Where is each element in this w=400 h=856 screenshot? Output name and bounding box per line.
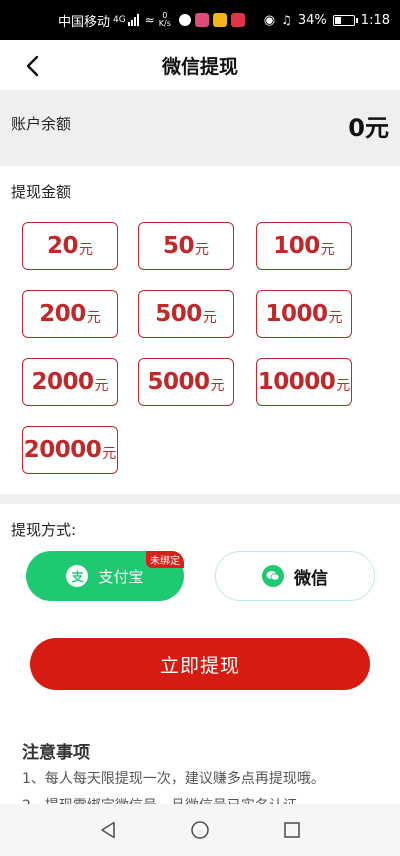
amount-option-2000[interactable]: 2000 元 <box>22 358 118 406</box>
balance-panel: 账户余额 0元 <box>0 90 400 166</box>
amount-option-200[interactable]: 200 元 <box>22 290 118 338</box>
wifi-icon: ≈ <box>144 13 155 27</box>
circle-home-icon <box>191 821 209 839</box>
mute-bell-icon: ♫ <box>281 13 292 27</box>
network-speed: 0 K/s <box>159 12 171 28</box>
nav-back-button[interactable] <box>97 819 119 841</box>
balance-label: 账户余额 <box>11 115 72 133</box>
payment-label: 提现方式: <box>11 521 77 539</box>
amount-unit: 元 <box>195 242 209 258</box>
amount-value: 50 <box>162 233 195 259</box>
payment-section: 提现方式: 支 支付宝 未绑定 微信 立即提现 注意事项 1、每人每天限提现一次… <box>0 504 400 814</box>
amount-option-50[interactable]: 50 元 <box>138 222 234 270</box>
amount-value: 20 <box>46 233 79 259</box>
amount-value: 20000 <box>23 437 102 463</box>
note-item: 1、每人每天限提现一次，建议赚多点再提现哦。 <box>22 771 325 787</box>
amount-value: 10000 <box>257 369 336 395</box>
chevron-left-icon <box>26 55 39 77</box>
amount-section: 提现金额 20 元 50 元 100 元 200 元 500 元 1000 元 2000 元 … <box>0 166 400 494</box>
alipay-icon: 支 <box>66 565 89 587</box>
amount-value: 5000 <box>147 369 210 395</box>
square-recents-icon <box>284 822 300 838</box>
amount-unit: 元 <box>320 242 335 258</box>
section-divider <box>0 494 400 504</box>
amount-value: 1000 <box>265 301 328 327</box>
unbound-badge: 未绑定 <box>146 551 184 568</box>
app-notification-icon <box>194 13 209 27</box>
amount-option-500[interactable]: 500 元 <box>138 290 234 338</box>
amount-value: 100 <box>273 233 320 259</box>
amount-unit: 元 <box>210 378 225 394</box>
amount-option-100[interactable]: 100 元 <box>256 222 352 270</box>
page-title: 微信提现 <box>161 55 238 78</box>
amount-unit: 元 <box>336 378 351 394</box>
app-notification-icon <box>230 13 245 27</box>
alipay-label: 支付宝 <box>98 567 144 586</box>
wechat-option-button[interactable]: 微信 <box>215 551 375 601</box>
header-bar: 微信提现 <box>0 40 400 90</box>
amount-option-20[interactable]: 20 元 <box>22 222 118 270</box>
notes-title: 注意事项 <box>22 743 90 763</box>
wechat-label: 微信 <box>294 568 328 589</box>
wechat-icon <box>262 565 284 587</box>
amount-unit: 元 <box>94 378 109 394</box>
amount-unit: 元 <box>102 446 117 462</box>
triangle-back-icon <box>101 821 115 839</box>
nav-home-button[interactable] <box>189 819 211 841</box>
clock: 1:18 <box>360 12 390 28</box>
amount-value: 2000 <box>31 369 94 395</box>
amount-option-20000[interactable]: 20000 元 <box>22 426 118 474</box>
battery-percent: 34% <box>297 12 327 28</box>
signal-icon <box>127 14 139 26</box>
amount-option-1000[interactable]: 1000 元 <box>256 290 352 338</box>
eye-icon: ◉ <box>263 12 276 28</box>
amount-unit: 元 <box>202 310 217 326</box>
amount-unit: 元 <box>86 310 101 326</box>
amount-option-10000[interactable]: 10000 元 <box>256 358 352 406</box>
amount-unit: 元 <box>328 310 343 326</box>
alipay-option-button[interactable]: 支 支付宝 未绑定 <box>26 551 184 601</box>
status-bar: 中国移动 4G ≈ 0 K/s ◉ ♫ 34% 1:18 <box>0 0 400 40</box>
qq-icon <box>178 14 191 26</box>
amount-value: 200 <box>39 301 86 327</box>
back-button[interactable] <box>18 52 46 80</box>
withdraw-now-button[interactable]: 立即提现 <box>30 638 370 690</box>
nav-recents-button[interactable] <box>281 819 303 841</box>
amount-label: 提现金额 <box>11 183 72 201</box>
battery-icon <box>332 14 358 26</box>
amount-unit: 元 <box>79 242 93 258</box>
network-type: 4G <box>113 15 126 25</box>
app-notification-icon <box>212 13 227 27</box>
carrier-name: 中国移动 <box>58 14 111 30</box>
system-nav-bar <box>0 804 400 856</box>
balance-value: 0元 <box>348 114 389 142</box>
amount-value: 500 <box>155 301 202 327</box>
amount-option-5000[interactable]: 5000 元 <box>138 358 234 406</box>
speed-unit: K/s <box>158 19 171 28</box>
